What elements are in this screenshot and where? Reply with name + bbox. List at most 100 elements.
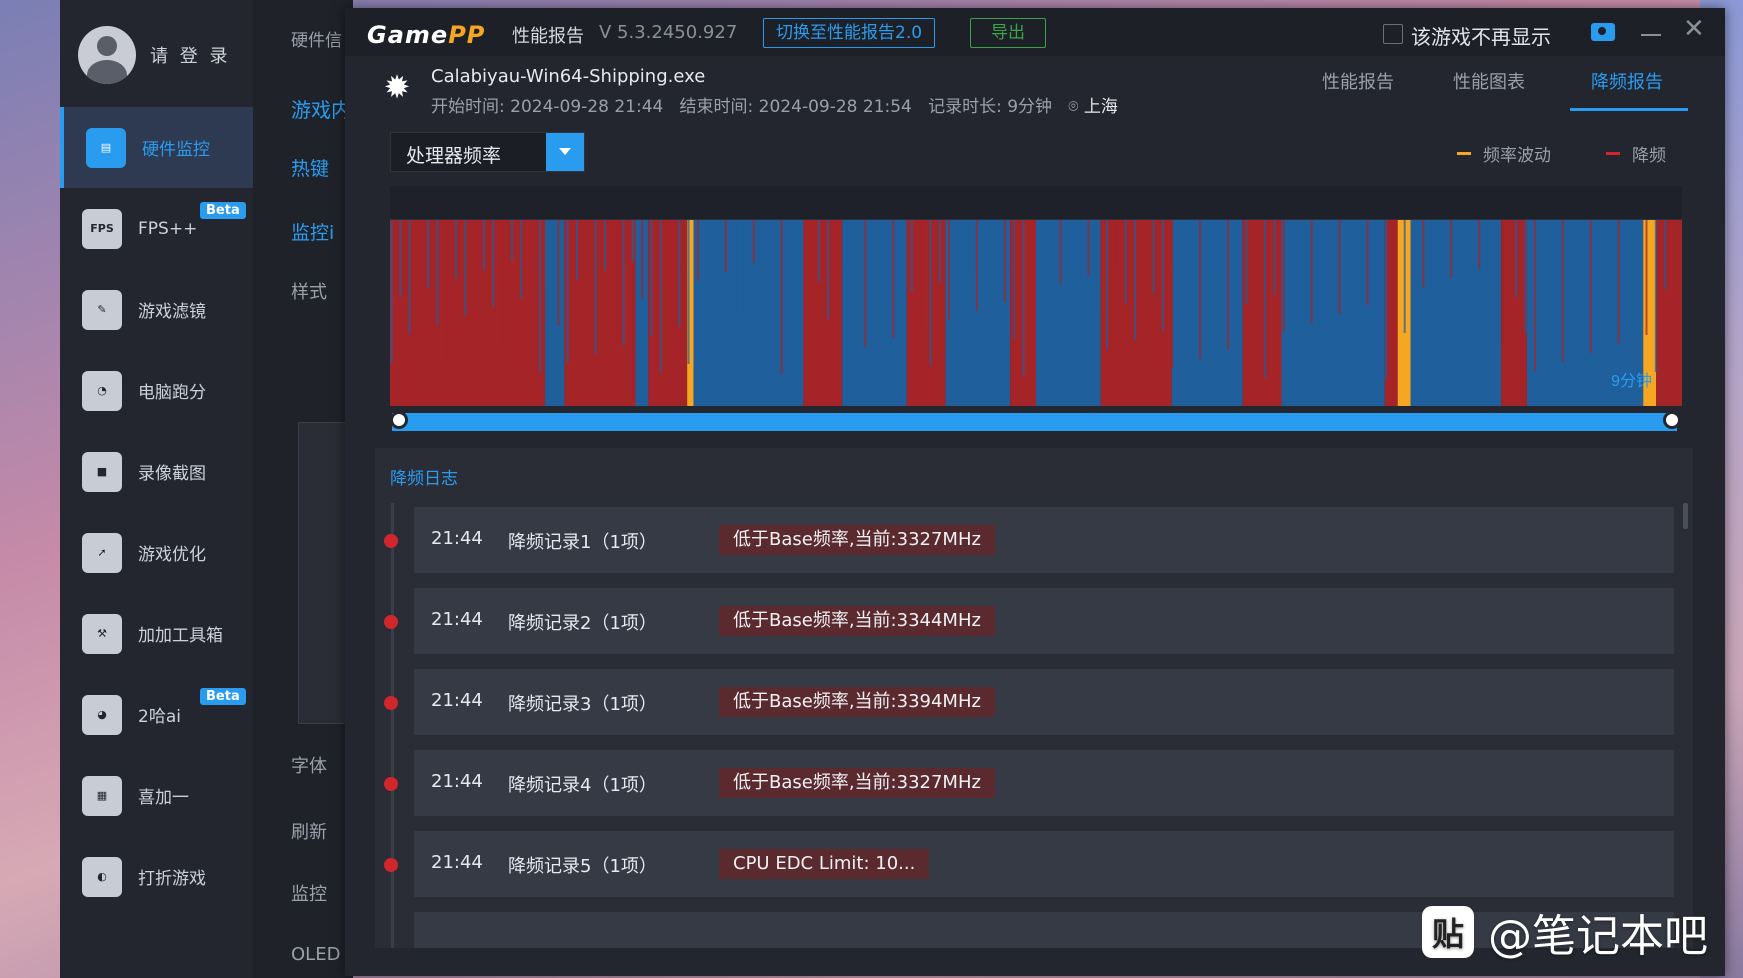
sidebar-item-fps[interactable]: FPS FPS++ Beta [60,188,253,269]
setting-hotkey[interactable]: 热键 [291,154,329,181]
signal-spike [1068,220,1071,321]
signal-spike [873,220,876,264]
tab-performance-chart[interactable]: 性能图表 [1453,68,1525,94]
export-button[interactable]: 导出 [970,18,1046,48]
hide-game-checkbox[interactable] [1383,24,1403,44]
throttle-band [1501,220,1527,406]
main-sidebar: 请 登 录 ▤ 硬件监控 FPS FPS++ Beta ✎ 游戏滤镜 ◔ 电脑跑… [60,0,257,978]
signal-spike [1003,220,1006,302]
beta-badge: Beta [200,688,246,705]
signal-spike [1013,220,1016,339]
sidebar-item-toolbox[interactable]: ⚒ 加加工具箱 [60,593,253,674]
setting-font[interactable]: 字体 [291,752,327,778]
normal-band [1036,220,1101,406]
sidebar-item-free-games[interactable]: ▦ 喜加一 [60,755,253,836]
rocket-icon: ➚ [82,532,122,573]
signal-spike [762,220,764,300]
sidebar-item-2ha-ai[interactable]: ◕ 2哈ai Beta [60,674,253,755]
signal-spike [1143,220,1146,377]
switch-report-button[interactable]: 切换至性能报告2.0 [763,18,936,48]
window-title: 性能报告 [512,26,584,47]
normal-band [545,220,565,406]
minimize-icon[interactable] [1641,34,1661,36]
range-end-handle[interactable] [1663,411,1681,429]
sidebar-item-game-optimize[interactable]: ➚ 游戏优化 [60,512,253,593]
login-area[interactable]: 请 登 录 [78,26,230,84]
legend-throttle: 降频 [1606,141,1666,166]
tab-performance-report[interactable]: 性能报告 [1322,68,1394,94]
setting-style[interactable]: 样式 [291,278,327,304]
signal-spike [994,220,997,265]
setting-monitor[interactable]: 监控i [291,218,334,245]
signal-spike [622,220,625,345]
signal-spike [520,220,523,298]
signal-spike [1347,220,1350,351]
signal-spike [1580,220,1583,316]
signal-spike [1236,220,1239,267]
sidebar-item-benchmark[interactable]: ◔ 电脑跑分 [60,350,253,431]
setting-monitor-2[interactable]: 监控 [291,880,327,906]
signal-spike [966,220,969,274]
log-scrollbar[interactable] [1683,503,1688,529]
signal-spike [799,220,802,328]
start-time: 开始时间: 2024-09-28 21:44 [431,97,664,117]
avatar-icon[interactable] [78,26,136,84]
range-start-handle[interactable] [390,411,408,429]
signal-spike [724,220,727,272]
log-row[interactable]: 21:44 降频记录3（1项） 低于Base频率,当前:3394MHz [384,669,1674,735]
signal-spike [1487,220,1490,306]
time-range-slider[interactable] [392,413,1677,431]
signal-spike [929,220,932,366]
sidebar-item-hardware-monitor[interactable]: ▤ 硬件监控 [60,107,257,188]
setting-oled[interactable]: OLED [291,944,340,965]
log-row[interactable]: 21:44 降频记录2（1项） 低于Base频率,当前:3344MHz [384,588,1674,654]
signal-spike [1338,220,1341,314]
gamepp-logo: GamePP [367,21,486,49]
signal-spike [641,220,644,299]
signal-spike [696,220,699,281]
sidebar-item-label: 游戏优化 [138,545,206,565]
log-row[interactable]: 21:44 降频记录5（1项） CPU EDC Limit: 10... [384,831,1674,897]
signal-spike [1626,220,1629,261]
chevron-down-icon[interactable] [546,133,584,171]
signal-spike [1617,220,1620,344]
signal-spike [455,220,458,279]
location-icon: ⌾ [1068,97,1079,117]
signal-spike [1254,220,1257,341]
tab-throttle-report[interactable]: 降频报告 [1591,68,1663,94]
sidebar-item-recording[interactable]: ■ 录像截图 [60,431,253,512]
login-label[interactable]: 请 登 录 [150,42,230,68]
sidebar-item-discount-games[interactable]: ◐ 打折游戏 [60,836,253,917]
log-time: 21:44 [431,528,483,549]
signal-spike [975,220,978,311]
tieba-logo-icon: 贴 [1422,906,1474,958]
log-reason: CPU EDC Limit: 10... [719,849,930,879]
signal-spike [1589,220,1592,353]
signal-spike [464,220,467,316]
sidebar-item-label: 电脑跑分 [138,383,206,403]
signal-spike [1450,220,1453,278]
throttle-log-panel: 降频日志 21:44 降频记录1（1项） 低于Base频率,当前:3327MHz… [375,448,1693,948]
signal-spike [1496,220,1499,343]
signal-spike [1124,220,1127,303]
signal-spike [1478,220,1481,269]
signal-spike [1087,220,1090,275]
log-row[interactable]: 21:44 降频记录1（1项） 低于Base频率,当前:3327MHz [384,507,1674,573]
signal-spike [808,220,811,365]
signal-spike [1515,220,1518,297]
screenshot-icon[interactable] [1591,23,1615,41]
beta-badge: Beta [200,202,246,219]
hide-game-label[interactable]: 该游戏不再显示 [1411,21,1551,50]
log-dot-icon [384,777,398,791]
setting-refresh[interactable]: 刷新 [291,818,327,844]
log-row[interactable]: 21:44 降频记录4（1项） 低于Base频率,当前:3327MHz [384,750,1674,816]
end-time: 结束时间: 2024-09-28 21:54 [679,97,912,117]
signal-spike [1636,220,1639,298]
signal-spike [594,220,597,354]
signal-spike [1171,220,1174,368]
close-icon[interactable]: ✕ [1683,14,1705,44]
metric-select[interactable]: 处理器频率 [390,132,585,172]
sidebar-item-game-filter[interactable]: ✎ 游戏滤镜 [60,269,253,350]
signal-spike [1050,220,1053,367]
signal-spike [1273,220,1276,295]
